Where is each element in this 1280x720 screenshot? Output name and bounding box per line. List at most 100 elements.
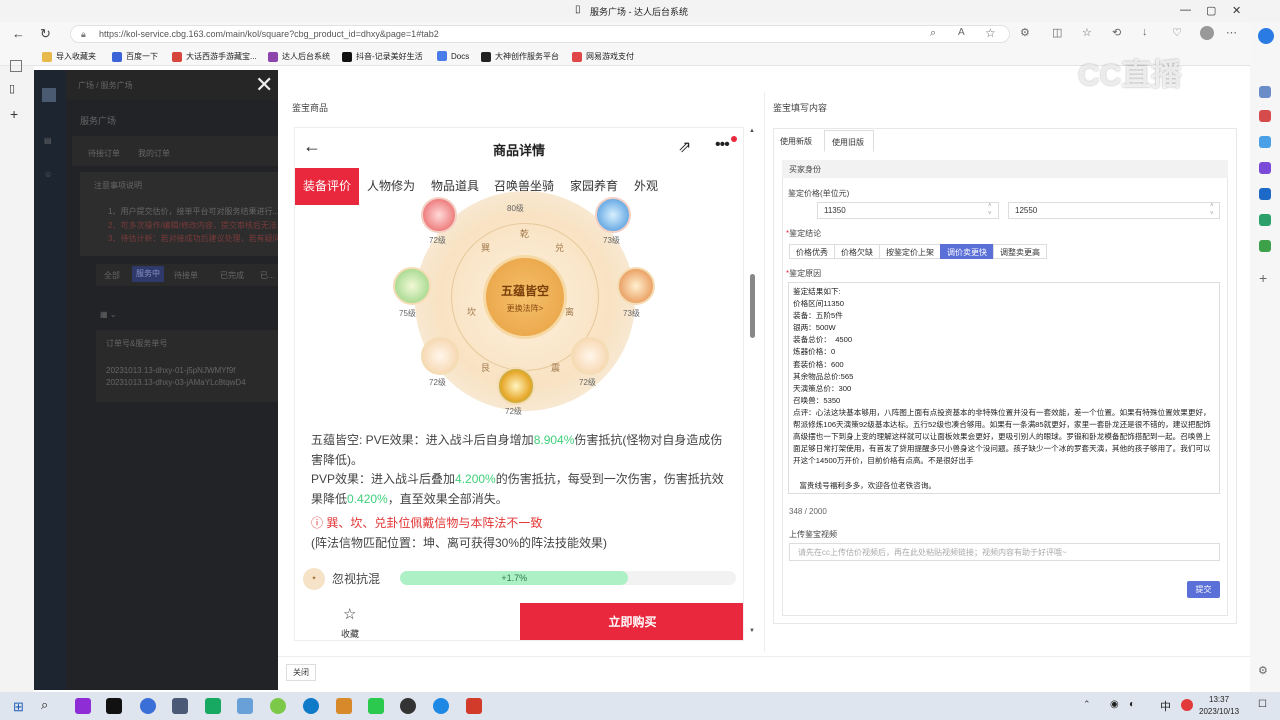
tab-appearance[interactable]: 外观: [626, 168, 666, 205]
outlook-icon[interactable]: [1259, 188, 1271, 200]
send-icon[interactable]: [1259, 214, 1271, 226]
accessory-slot[interactable]: [421, 197, 457, 233]
scroll-thumb[interactable]: [750, 274, 755, 338]
app-icon-red[interactable]: [466, 698, 482, 714]
empty-slot[interactable]: [421, 337, 459, 375]
close-window-icon[interactable]: ✕: [1232, 4, 1241, 17]
conclusion-option[interactable]: 价格欠缺: [834, 244, 880, 259]
game-icon[interactable]: [336, 698, 352, 714]
app-icon-dark[interactable]: [400, 698, 416, 714]
phone-scrollbar[interactable]: ▲ ▼: [749, 128, 757, 638]
conclusion-option[interactable]: 调整卖更高: [993, 244, 1047, 259]
security-icon[interactable]: [1181, 699, 1193, 711]
ime-indicator[interactable]: 中: [1160, 698, 1171, 714]
bookmark-item[interactable]: 大神创作服务平台: [481, 51, 559, 62]
bookmark-item[interactable]: 百度一下: [112, 51, 158, 62]
volume-icon[interactable]: ◐: [1129, 699, 1135, 710]
add-sidebar-icon[interactable]: +: [1259, 270, 1267, 286]
accessory-slot[interactable]: [497, 367, 535, 405]
conclusion-option[interactable]: 按鉴定价上架: [879, 244, 941, 259]
new-tab-icon[interactable]: +: [10, 106, 18, 122]
stepper-icon[interactable]: ˄ ˅: [1210, 202, 1214, 218]
app-icon-k[interactable]: [140, 698, 156, 714]
search-sidebar-icon[interactable]: [1259, 86, 1271, 98]
empty-slot[interactable]: [571, 337, 609, 375]
read-aloud-icon[interactable]: A: [958, 27, 965, 38]
underlay-topbar: 广场 / 服务广场: [66, 70, 278, 100]
bookmark-item[interactable]: 大话西游手游藏宝...: [172, 51, 257, 62]
search-icon[interactable]: ⌕: [930, 27, 936, 40]
reason-textarea[interactable]: 鉴定结果如下: 价格区间11350 装备：五阶5件 银两：500W 装备总价： …: [788, 282, 1220, 494]
split-screen-icon[interactable]: ◫: [1052, 26, 1062, 39]
tab-actions-icon[interactable]: [10, 60, 22, 72]
windows-start-icon[interactable]: ⊞: [13, 699, 24, 715]
bookmark-item[interactable]: 抖音-记录美好生活: [342, 51, 423, 62]
more-menu-icon[interactable]: ⋯: [1226, 26, 1237, 39]
notice-line: 1、用户提交估价，接单平台可对服务结果进行...: [108, 207, 280, 216]
wheel-center[interactable]: 五蕴皆空 更换法阵>: [483, 255, 567, 339]
submit-button[interactable]: 提交: [1187, 581, 1220, 598]
accessory-slot[interactable]: [617, 267, 655, 305]
bookmark-item[interactable]: 达人后台系统: [268, 51, 330, 62]
close-modal-icon[interactable]: ✕: [255, 74, 273, 96]
shopping-icon[interactable]: [1259, 110, 1271, 122]
tree-icon[interactable]: [1259, 240, 1271, 252]
favorites-icon[interactable]: ☆: [1082, 26, 1092, 39]
calculator-icon[interactable]: [172, 698, 188, 714]
conclusion-option[interactable]: 价格优秀: [789, 244, 835, 259]
back-arrow-icon[interactable]: ←: [303, 136, 321, 157]
app-icon-blue[interactable]: [433, 698, 449, 714]
accessory-slot[interactable]: [393, 267, 431, 305]
more-dots-icon[interactable]: •••: [715, 136, 730, 154]
bookmark-item[interactable]: 导入收藏夹: [42, 51, 96, 62]
maximize-icon[interactable]: ▢: [1206, 4, 1216, 17]
refresh-icon[interactable]: ↻: [40, 26, 51, 42]
price-min-input[interactable]: 11350: [817, 202, 999, 219]
tray-chevron-icon[interactable]: ⌃: [1083, 699, 1091, 710]
change-formation-link[interactable]: 更换法阵>: [486, 303, 564, 314]
profile-avatar[interactable]: [1200, 26, 1214, 40]
conclusion-option-selected[interactable]: 调价卖更快: [940, 244, 994, 259]
bookmark-item[interactable]: 网易游戏支付: [572, 51, 634, 62]
scroll-down-icon[interactable]: ▼: [749, 628, 755, 634]
tab-equipment[interactable]: 装备评价: [295, 168, 360, 205]
table-header: 订单号&服务单号: [106, 339, 168, 348]
stepper-icon[interactable]: ˄ ˅: [988, 202, 992, 218]
url-input[interactable]: 🔒︎ https://kol-service.cbg.163.com/main/…: [70, 25, 1010, 43]
page-icon[interactable]: ▯: [9, 82, 15, 95]
scroll-up-icon[interactable]: ▲: [749, 128, 755, 134]
close-button[interactable]: 关闭: [286, 664, 316, 681]
download-icon[interactable]: ↓: [1142, 26, 1148, 38]
sidebar-settings-icon[interactable]: ⚙: [1258, 664, 1268, 677]
wechat-icon[interactable]: [368, 698, 384, 714]
douyin-taskbar-icon[interactable]: [106, 698, 122, 714]
notepad-icon[interactable]: [237, 698, 253, 714]
back-icon[interactable]: ←: [12, 26, 25, 41]
minimize-icon[interactable]: —: [1180, 4, 1191, 16]
price-max-input[interactable]: 12550: [1008, 202, 1220, 219]
copilot-icon[interactable]: [1258, 28, 1274, 44]
favorite-star-icon[interactable]: ☆: [985, 26, 996, 40]
edge-taskbar-icon[interactable]: [303, 698, 319, 714]
taskbar-search-icon[interactable]: ⌕: [41, 697, 48, 713]
extensions-icon[interactable]: ⚙: [1020, 26, 1030, 39]
share-icon[interactable]: ⇗: [678, 137, 691, 157]
network-icon[interactable]: ◉: [1110, 699, 1119, 710]
app-icon-lime[interactable]: [270, 698, 286, 714]
notification-icon[interactable]: ☐: [1258, 699, 1267, 710]
tools-icon[interactable]: [1259, 136, 1271, 148]
accessory-slot[interactable]: [595, 197, 631, 233]
version-tab-old[interactable]: 使用旧版: [824, 130, 874, 152]
performance-icon[interactable]: ♡: [1172, 26, 1182, 39]
history-icon[interactable]: ⟲: [1112, 26, 1121, 39]
app-icon-green[interactable]: [205, 698, 221, 714]
tab-character[interactable]: 人物修为: [359, 168, 423, 205]
games-icon[interactable]: [1259, 162, 1271, 174]
bookmark-item[interactable]: Docs: [437, 51, 469, 61]
star-icon[interactable]: ☆: [343, 605, 356, 623]
app-icon-purple[interactable]: [75, 698, 91, 714]
video-link-input[interactable]: 请先在cc上传估价视频后，再在此处粘贴视频链接；视频内容有助于好评哦~: [789, 543, 1220, 561]
buy-now-button[interactable]: 立即购买: [520, 603, 743, 640]
version-tab-new[interactable]: 使用新版: [776, 130, 816, 150]
collect-label[interactable]: 收藏: [341, 627, 359, 640]
